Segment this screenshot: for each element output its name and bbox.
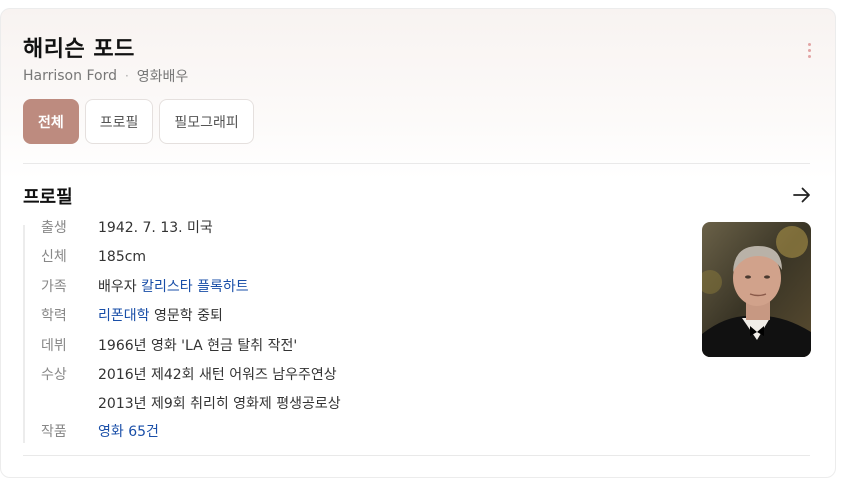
info-row-debut: 데뷔 1966년 영화 'LA 현금 탈취 작전' [41, 336, 297, 356]
subtitle: Harrison Ford · 영화배우 [23, 66, 188, 86]
section-title: 프로필 [23, 187, 73, 208]
subtitle-separator: · [124, 69, 129, 83]
info-value: 2016년 제42회 새턴 어워즈 남우주연상 2013년 제9회 취리히 영화… [98, 365, 341, 414]
info-row-education: 학력 리폰대학 영문학 중퇴 [41, 306, 223, 326]
info-label: 데뷔 [41, 338, 67, 354]
more-options-icon[interactable] [801, 40, 817, 60]
info-row-birth: 출생 1942. 7. 13. 미국 [41, 218, 213, 238]
english-name: Harrison Ford [23, 68, 117, 84]
info-value: 영화 65건 [98, 422, 159, 442]
tab-all[interactable]: 전체 [23, 99, 79, 144]
info-label: 학력 [41, 308, 67, 324]
info-label: 출생 [41, 220, 67, 236]
award-item: 2016년 제42회 새턴 어워즈 남우주연상 [98, 367, 337, 383]
info-row-works: 작품 영화 65건 [41, 422, 159, 442]
profile-card: 해리슨 포드 Harrison Ford · 영화배우 전체 프로필 필모그래피… [0, 8, 836, 478]
tab-profile[interactable]: 프로필 [84, 99, 154, 144]
occupation: 영화배우 [136, 69, 189, 85]
info-row-body: 신체 185cm [41, 247, 146, 267]
info-row-awards: 수상 2016년 제42회 새턴 어워즈 남우주연상 2013년 제9회 취리히… [41, 365, 341, 414]
spouse-link[interactable]: 칼리스타 플록하트 [141, 279, 249, 295]
profile-photo[interactable] [702, 222, 811, 357]
divider [23, 163, 810, 164]
arrow-right-icon[interactable] [791, 186, 813, 204]
info-row-family: 가족 배우자 칼리스타 플록하트 [41, 277, 249, 297]
page-title: 해리슨 포드 [23, 37, 135, 62]
section-rail [23, 225, 25, 443]
info-value: 1966년 영화 'LA 현금 탈취 작전' [98, 338, 298, 354]
info-label: 작품 [41, 424, 67, 440]
spouse-label: 배우자 [98, 279, 137, 295]
works-link[interactable]: 영화 65건 [98, 424, 159, 440]
tab-filmography[interactable]: 필모그래피 [159, 99, 254, 144]
tab-bar: 전체 프로필 필모그래피 [23, 99, 254, 144]
divider [23, 455, 810, 456]
info-label: 수상 [41, 367, 67, 383]
award-item: 2013년 제9회 취리히 영화제 평생공로상 [98, 396, 341, 412]
education-detail: 영문학 중퇴 [153, 308, 223, 324]
info-value: 185cm [98, 249, 147, 265]
info-value: 1942. 7. 13. 미국 [98, 220, 213, 236]
school-link[interactable]: 리폰대학 [98, 308, 150, 324]
info-label: 신체 [41, 249, 67, 265]
info-label: 가족 [41, 279, 67, 295]
info-value: 배우자 칼리스타 플록하트 [98, 277, 249, 297]
info-value: 리폰대학 영문학 중퇴 [98, 306, 223, 326]
